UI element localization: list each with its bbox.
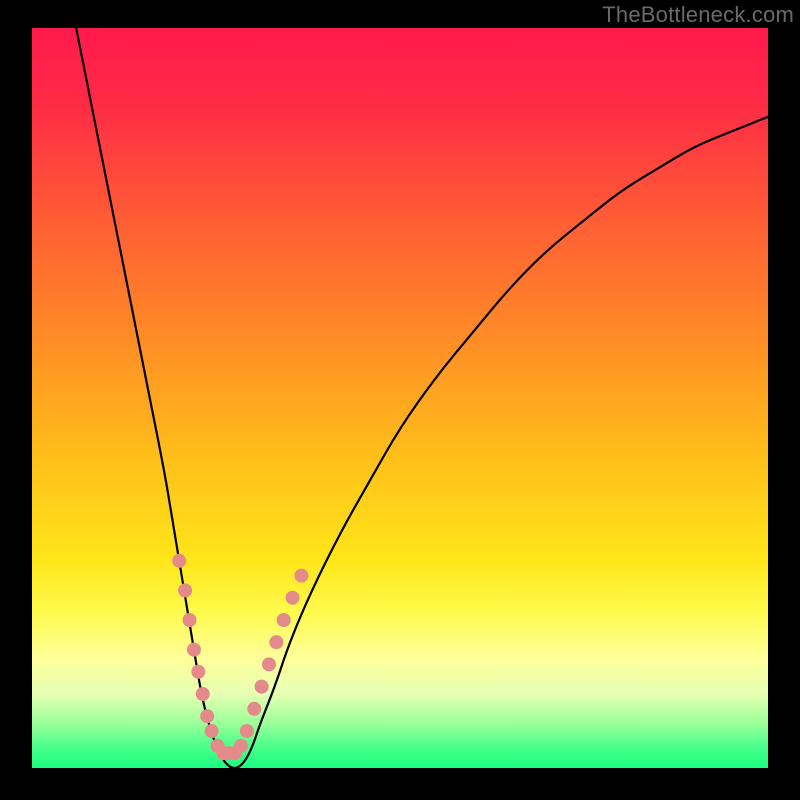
curve-marker	[286, 591, 300, 605]
curve-marker	[191, 665, 205, 679]
curve-marker	[240, 724, 254, 738]
curve-marker	[178, 583, 192, 597]
curve-marker	[234, 739, 248, 753]
curve-marker	[255, 680, 269, 694]
curve-marker	[294, 569, 308, 583]
curve-marker	[200, 709, 214, 723]
curve-marker	[205, 724, 219, 738]
chart-frame: TheBottleneck.com	[0, 0, 800, 800]
curve-markers	[172, 554, 308, 760]
watermark-text: TheBottleneck.com	[602, 2, 794, 28]
curve-marker	[183, 613, 197, 627]
curve-marker	[277, 613, 291, 627]
curve-marker	[247, 702, 261, 716]
curve-marker	[196, 687, 210, 701]
curve-marker	[269, 635, 283, 649]
bottleneck-curve	[76, 28, 768, 768]
curve-marker	[172, 554, 186, 568]
curve-marker	[187, 643, 201, 657]
curve-layer	[32, 28, 768, 768]
curve-marker	[262, 657, 276, 671]
plot-area	[32, 28, 768, 768]
